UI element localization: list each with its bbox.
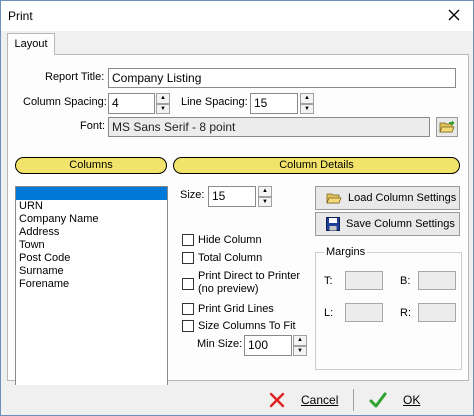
print-direct-label: Print Direct to Printer xyxy=(198,270,301,282)
min-size-label: Min Size: xyxy=(197,338,243,350)
footer-separator xyxy=(353,389,354,411)
load-column-settings-button[interactable]: Load Column Settings xyxy=(315,186,460,210)
spin-up-icon[interactable]: ▲ xyxy=(293,335,307,346)
columns-header: Columns xyxy=(15,157,167,174)
list-item[interactable]: Address xyxy=(16,226,167,239)
dialog-footer: Cancel OK xyxy=(1,385,473,415)
ok-check-icon xyxy=(369,392,387,408)
cancel-button[interactable]: Cancel xyxy=(269,390,338,410)
total-column-label: Total Column xyxy=(198,252,263,264)
save-column-settings-label: Save Column Settings xyxy=(346,218,455,230)
line-spacing-label: Line Spacing: xyxy=(181,96,248,108)
folder-open-icon xyxy=(326,193,342,204)
size-columns-to-fit-label: Size Columns To Fit xyxy=(198,320,296,332)
tab-layout[interactable]: Layout xyxy=(7,33,55,55)
list-item[interactable]: Town xyxy=(16,239,167,252)
list-item[interactable]: URN xyxy=(16,200,167,213)
print-direct-checkbox[interactable] xyxy=(182,278,194,290)
list-item[interactable] xyxy=(16,187,167,200)
margins-title: Margins xyxy=(324,246,368,258)
font-display: MS Sans Serif - 8 point xyxy=(108,117,430,137)
columns-listbox[interactable]: URN Company Name Address Town Post Code … xyxy=(15,186,168,386)
list-item[interactable]: Surname xyxy=(16,265,167,278)
cancel-label: Cancel xyxy=(301,393,339,407)
spin-down-icon[interactable]: ▼ xyxy=(258,196,272,207)
margin-bottom-label: B: xyxy=(400,275,411,287)
size-columns-to-fit-checkbox[interactable] xyxy=(182,320,194,332)
size-label: Size: xyxy=(180,189,205,201)
margin-right-label: R: xyxy=(400,307,411,319)
margin-top-label: T: xyxy=(324,275,333,287)
print-dialog: Print Layout Report Title: Company Listi… xyxy=(0,0,474,416)
floppy-disk-icon xyxy=(326,217,340,231)
spin-down-icon[interactable]: ▼ xyxy=(156,103,170,114)
spin-down-icon[interactable]: ▼ xyxy=(293,345,307,356)
list-item[interactable]: Forename xyxy=(16,278,167,291)
ok-label: OK xyxy=(403,393,421,407)
print-direct-note: (no preview) xyxy=(198,283,259,295)
list-item[interactable]: Post Code xyxy=(16,252,167,265)
report-title-input[interactable]: Company Listing xyxy=(108,68,456,88)
print-grid-lines-checkbox[interactable] xyxy=(182,303,194,315)
margin-top-input[interactable] xyxy=(345,271,383,290)
min-size-input[interactable]: 100 xyxy=(244,335,292,356)
spin-up-icon[interactable]: ▲ xyxy=(258,186,272,197)
size-input[interactable]: 15 xyxy=(208,186,256,207)
line-spacing-input[interactable]: 15 xyxy=(250,93,298,114)
window-title: Print xyxy=(8,9,33,23)
hide-column-label: Hide Column xyxy=(198,234,262,246)
layout-panel: Report Title: Company Listing Column Spa… xyxy=(7,54,469,386)
font-label: Font: xyxy=(80,120,106,132)
folder-open-icon xyxy=(439,120,455,133)
print-grid-lines-label: Print Grid Lines xyxy=(198,303,274,315)
load-column-settings-label: Load Column Settings xyxy=(348,192,457,204)
close-icon xyxy=(448,9,460,21)
size-spinner[interactable]: ▲ ▼ xyxy=(258,186,272,207)
spin-up-icon[interactable]: ▲ xyxy=(156,93,170,104)
title-bar: Print xyxy=(1,1,473,31)
hide-column-checkbox[interactable] xyxy=(182,234,194,246)
save-column-settings-button[interactable]: Save Column Settings xyxy=(315,212,460,236)
cancel-x-icon xyxy=(269,392,285,408)
ok-button[interactable]: OK xyxy=(369,390,420,410)
margin-left-input[interactable] xyxy=(345,303,383,322)
margin-left-label: L: xyxy=(324,307,334,319)
list-item[interactable]: Company Name xyxy=(16,213,167,226)
spin-down-icon[interactable]: ▼ xyxy=(300,103,314,114)
margin-right-input[interactable] xyxy=(418,303,456,322)
column-spacing-spinner[interactable]: ▲ ▼ xyxy=(156,93,170,114)
column-spacing-input[interactable]: 4 xyxy=(108,93,155,114)
line-spacing-spinner[interactable]: ▲ ▼ xyxy=(300,93,314,114)
font-browse-button[interactable] xyxy=(436,117,458,137)
total-column-checkbox[interactable] xyxy=(182,252,194,264)
margins-group: Margins T: B: L: R: xyxy=(315,246,462,370)
column-details-header: Column Details xyxy=(173,157,460,174)
min-size-spinner[interactable]: ▲ ▼ xyxy=(293,335,307,356)
margin-bottom-input[interactable] xyxy=(418,271,456,290)
column-spacing-label: Column Spacing: xyxy=(23,96,107,108)
spin-up-icon[interactable]: ▲ xyxy=(300,93,314,104)
report-title-label: Report Title: xyxy=(45,71,105,83)
close-button[interactable] xyxy=(445,6,463,24)
